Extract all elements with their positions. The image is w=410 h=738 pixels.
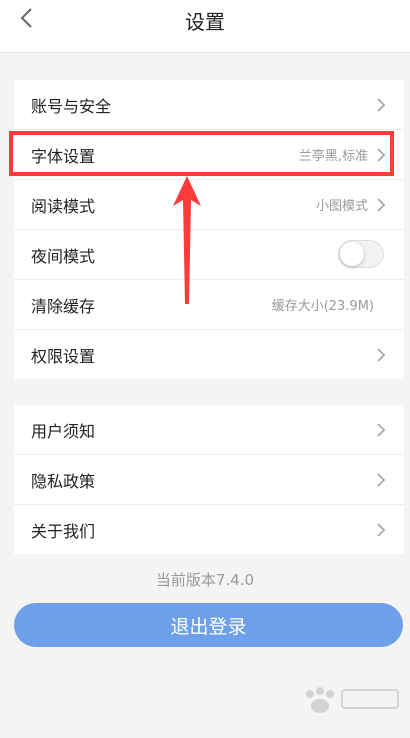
settings-item-value: 小图模式	[315, 199, 368, 214]
settings-item-user-notice[interactable]: 用户须知	[14, 405, 404, 455]
page-title: 设置	[185, 10, 225, 34]
chevron-right-icon	[377, 98, 386, 112]
settings-item-about-us[interactable]: 关于我们	[14, 505, 404, 554]
settings-item-privacy-policy[interactable]: 隐私政策	[14, 455, 404, 505]
chevron-right-icon	[377, 198, 386, 212]
settings-group-main: 账号与安全 字体设置 兰亭黑,标准 阅读模式 小图模式 夜间模式 清除缓存 缓存…	[14, 80, 404, 379]
chevron-right-icon	[377, 473, 386, 487]
settings-item-clear-cache[interactable]: 清除缓存 缓存大小(23.9M)	[14, 280, 404, 330]
top-bar: 设置	[0, 0, 410, 53]
settings-item-label: 清除缓存	[31, 296, 96, 316]
settings-item-label: 关于我们	[31, 521, 96, 541]
logout-button[interactable]: 退出登录	[14, 603, 403, 647]
settings-item-label: 夜间模式	[31, 246, 96, 266]
settings-item-label: 账号与安全	[31, 96, 112, 116]
version-text: 当前版本7.4.0	[155, 571, 255, 589]
settings-item-label: 阅读模式	[31, 196, 96, 216]
chevron-right-icon	[377, 523, 386, 537]
highlight-box	[9, 131, 394, 176]
settings-item-night-mode: 夜间模式	[14, 230, 404, 280]
night-mode-toggle[interactable]	[338, 240, 384, 268]
settings-group-info: 用户须知 隐私政策 关于我们	[14, 405, 404, 554]
settings-item-label: 用户须知	[31, 421, 96, 441]
cache-size-value: 缓存大小(23.9M)	[271, 299, 374, 314]
settings-item-account-security[interactable]: 账号与安全	[14, 80, 404, 130]
settings-item-label: 权限设置	[31, 346, 96, 366]
chevron-right-icon	[377, 348, 386, 362]
arrow-up-icon	[173, 176, 201, 304]
settings-item-permissions[interactable]: 权限设置	[14, 330, 404, 379]
settings-item-label: 隐私政策	[31, 471, 96, 491]
toggle-knob	[340, 242, 364, 266]
chevron-right-icon	[377, 423, 386, 437]
settings-item-reading-mode[interactable]: 阅读模式 小图模式	[14, 180, 404, 230]
watermark-logo-icon	[306, 687, 399, 713]
